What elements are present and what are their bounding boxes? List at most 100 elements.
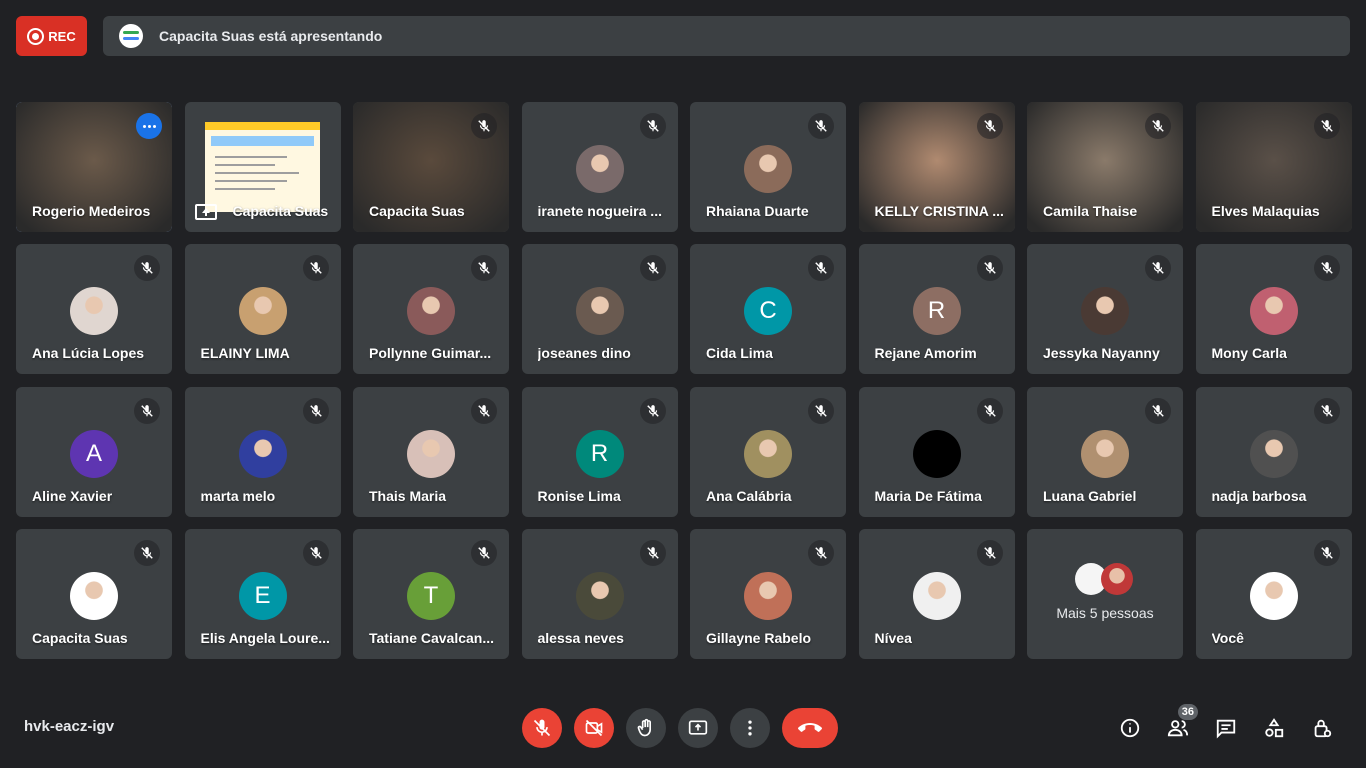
avatar: [912, 571, 961, 620]
participant-tile[interactable]: alessa neves: [521, 528, 678, 659]
participant-tile[interactable]: Thais Maria: [353, 386, 509, 517]
participant-tile[interactable]: iranete nogueira ...: [521, 102, 678, 232]
avatar: [238, 429, 287, 478]
participant-tile[interactable]: Maria De Fátima: [858, 386, 1015, 517]
presenter-avatar: [119, 24, 143, 48]
mic-off-icon: [976, 255, 1003, 282]
participant-tile[interactable]: Pollynne Guimar...: [353, 244, 509, 375]
avatar: [744, 145, 792, 193]
participant-tile[interactable]: T Tatiane Cavalcan...: [353, 528, 509, 659]
mic-off-icon: [976, 113, 1003, 139]
mic-off-icon: [639, 255, 666, 282]
participant-tile[interactable]: Rogerio Medeiros: [16, 102, 172, 232]
avatar: C: [744, 287, 792, 336]
mic-off-icon: [471, 255, 497, 282]
side-panel-controls: 36: [1110, 704, 1342, 748]
participant-name: Você: [1211, 629, 1244, 646]
end-call-icon: [798, 723, 822, 732]
participant-name: Elis Angela Loure...: [200, 629, 330, 646]
avatar: [238, 287, 287, 336]
participant-name: Mony Carla: [1211, 345, 1287, 362]
more-options-button[interactable]: [730, 708, 770, 748]
mic-off-icon: [1313, 255, 1340, 282]
participant-tile[interactable]: Rhaiana Duarte: [690, 102, 846, 232]
mic-off-icon: [134, 255, 160, 282]
mic-off-icon: [976, 539, 1003, 566]
avatar: R: [575, 429, 624, 478]
bottom-bar: hvk-eacz-igv 36: [0, 702, 1366, 754]
presenting-banner[interactable]: Capacita Suas está apresentando: [103, 16, 1350, 56]
participant-tile[interactable]: Nívea: [858, 528, 1015, 659]
participant-tile[interactable]: Capacita Suas: [184, 102, 341, 232]
participant-tile[interactable]: marta melo: [184, 386, 341, 517]
recording-label: REC: [48, 28, 76, 44]
participant-tile[interactable]: Camila Thaise: [1027, 102, 1183, 232]
participant-tile[interactable]: Elves Malaquias: [1195, 102, 1352, 232]
participant-tile[interactable]: Mony Carla: [1195, 244, 1352, 375]
participant-name: Maria De Fátima: [874, 487, 982, 504]
raise-hand-button[interactable]: [626, 708, 666, 748]
participant-tile[interactable]: joseanes dino: [521, 244, 678, 375]
chat-button[interactable]: [1206, 708, 1246, 748]
mic-off-icon: [1313, 397, 1340, 424]
camera-toggle-button[interactable]: [574, 708, 614, 748]
participant-tile[interactable]: Ana Calábria: [690, 386, 846, 517]
mic-off-icon: [134, 539, 160, 566]
participant-tile[interactable]: Você: [1195, 528, 1352, 659]
participant-tile[interactable]: Ana Lúcia Lopes: [16, 244, 172, 375]
mic-off-icon: [639, 397, 666, 424]
avatar: [70, 287, 118, 336]
meeting-details-button[interactable]: [1110, 708, 1150, 748]
participant-tile[interactable]: C Cida Lima: [690, 244, 846, 375]
avatar: [744, 429, 792, 478]
participant-tile[interactable]: Capacita Suas: [353, 102, 509, 232]
mic-off-icon: [134, 397, 160, 424]
participant-tile[interactable]: Jessyka Nayanny: [1027, 244, 1183, 375]
participant-name: Capacita Suas: [232, 203, 329, 219]
mic-off-icon: [1313, 539, 1340, 566]
participant-name: Aline Xavier: [32, 487, 113, 504]
present-screen-icon: [194, 204, 217, 220]
recording-indicator: REC: [16, 16, 87, 56]
participant-tile[interactable]: ELAINY LIMA: [184, 244, 341, 375]
activities-button[interactable]: [1254, 708, 1294, 748]
participant-tile[interactable]: Capacita Suas: [16, 528, 172, 659]
participant-name: joseanes dino: [537, 345, 631, 362]
participant-name: Rogerio Medeiros: [32, 203, 151, 219]
participant-tile[interactable]: R Rejane Amorim: [858, 244, 1015, 375]
avatar: R: [912, 287, 961, 336]
participant-name: Pollynne Guimar...: [369, 345, 492, 362]
avatar: [1249, 571, 1298, 620]
participant-count-badge: 36: [1177, 704, 1198, 720]
participant-name: Camila Thaise: [1043, 203, 1138, 219]
people-button[interactable]: 36: [1158, 704, 1198, 748]
mic-off-icon: [808, 113, 834, 139]
participant-tile[interactable]: Gillayne Rabelo: [690, 528, 846, 659]
participant-name: KELLY CRISTINA ...: [874, 203, 1004, 219]
participant-tile[interactable]: nadja barbosa: [1195, 386, 1352, 517]
host-controls-button[interactable]: [1302, 708, 1342, 748]
participant-grid: Rogerio Medeiros Capacita Suas Capacita Su…: [16, 102, 1352, 659]
avatar: [407, 429, 455, 478]
present-screen-button[interactable]: [678, 708, 718, 748]
mic-off-icon: [302, 255, 329, 282]
end-call-button[interactable]: [782, 708, 838, 748]
participant-tile[interactable]: Luana Gabriel: [1027, 386, 1183, 517]
participant-name: iranete nogueira ...: [537, 203, 662, 219]
mic-off-icon: [1313, 113, 1340, 139]
participant-tile[interactable]: Mais 5 pessoas: [1027, 528, 1183, 659]
mic-toggle-button[interactable]: [522, 708, 562, 748]
mic-off-icon: [533, 719, 551, 737]
participant-tile[interactable]: R Ronise Lima: [521, 386, 678, 517]
participant-tile[interactable]: KELLY CRISTINA ...: [858, 102, 1015, 232]
tile-options-button[interactable]: [136, 113, 162, 139]
mic-off-icon: [639, 113, 666, 139]
mic-off-icon: [1145, 113, 1171, 139]
participant-tile[interactable]: A Aline Xavier: [16, 386, 172, 517]
avatar: [407, 287, 455, 336]
avatar: [1081, 287, 1129, 336]
participant-name: Cida Lima: [706, 345, 773, 362]
mic-off-icon: [471, 113, 497, 139]
participant-tile[interactable]: E Elis Angela Loure...: [184, 528, 341, 659]
avatar: [912, 429, 961, 478]
